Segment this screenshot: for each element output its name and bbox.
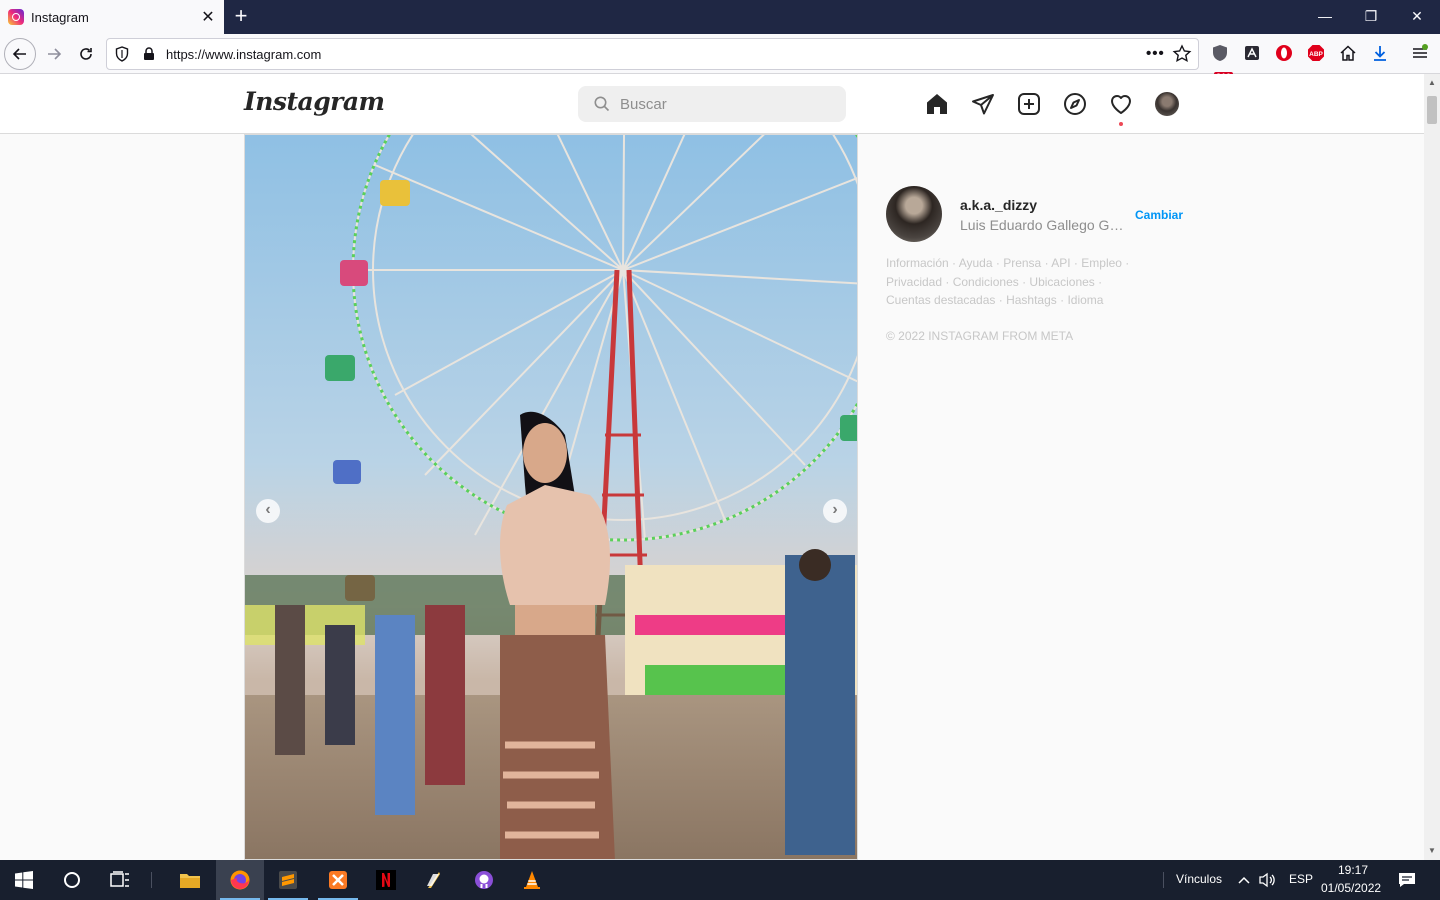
cortana-button[interactable]	[48, 860, 96, 900]
home-icon[interactable]	[925, 92, 949, 116]
footer-link-terms[interactable]: Condiciones	[953, 275, 1019, 289]
footer-link-hashtags[interactable]: Hashtags	[1006, 293, 1057, 307]
netflix-icon	[376, 870, 396, 890]
volume-icon[interactable]	[1259, 872, 1277, 888]
github-icon	[475, 871, 493, 889]
copyright: © 2022 INSTAGRAM FROM META	[886, 329, 1074, 343]
instagram-logo[interactable]: Instagram	[244, 87, 385, 116]
scroll-up-arrow-icon[interactable]: ▲	[1428, 78, 1436, 87]
direct-message-icon[interactable]	[971, 92, 995, 116]
activity-heart-icon[interactable]	[1109, 92, 1133, 116]
app-menu-icon[interactable]	[1411, 44, 1429, 62]
xampp-icon	[329, 871, 347, 889]
back-button[interactable]	[4, 38, 36, 70]
start-button[interactable]	[0, 860, 48, 900]
search-box[interactable]	[578, 86, 846, 122]
task-view-icon	[110, 871, 129, 887]
input-language[interactable]: ESP	[1289, 872, 1313, 886]
page-actions-menu-icon[interactable]: •••	[1146, 45, 1165, 62]
github-desktop-button[interactable]	[460, 860, 508, 900]
search-input[interactable]	[620, 86, 830, 122]
username[interactable]: a.k.a._dizzy	[960, 197, 1037, 213]
task-view-button[interactable]	[96, 860, 144, 900]
tab-title: Instagram	[31, 9, 89, 25]
windows-taskbar: Vínculos ESP 19:17 01/05/2022	[0, 860, 1440, 900]
folder-icon	[180, 874, 200, 888]
forward-button[interactable]	[38, 38, 70, 70]
footer-link-language[interactable]: Idioma	[1067, 293, 1103, 307]
lock-icon[interactable]	[143, 47, 155, 61]
explore-icon[interactable]	[1063, 92, 1087, 116]
taskbar-separator	[1163, 872, 1164, 888]
sublime-text-icon	[279, 871, 297, 889]
lightning-app-icon	[427, 872, 440, 888]
close-window-button[interactable]: ✕	[1394, 0, 1440, 32]
action-center-icon[interactable]	[1398, 871, 1416, 889]
browser-tab-strip: Instagram ✕ + — ❐ ✕	[0, 0, 1440, 34]
firefox-button[interactable]	[216, 860, 264, 900]
chevron-up-icon[interactable]	[1238, 874, 1250, 886]
user-full-name: Luis Eduardo Gallego Gar...	[960, 217, 1128, 233]
vlc-cone-icon	[524, 871, 540, 889]
translate-extension-icon[interactable]	[1243, 44, 1261, 62]
ublock-extension-icon[interactable]	[1211, 44, 1229, 62]
instagram-header: Instagram	[0, 74, 1424, 134]
new-tab-button[interactable]: +	[228, 4, 254, 30]
adblock-plus-icon[interactable]: ABP	[1307, 44, 1325, 62]
file-explorer-button[interactable]	[166, 860, 214, 900]
post-photo[interactable]	[245, 135, 858, 860]
browser-tab-instagram[interactable]: Instagram ✕	[0, 0, 224, 34]
xampp-button[interactable]	[314, 860, 362, 900]
restore-button[interactable]: ❐	[1348, 0, 1394, 32]
address-bar[interactable]: https://www.instagram.com •••	[106, 38, 1199, 70]
tracking-shield-icon[interactable]	[115, 46, 129, 62]
vlc-button[interactable]	[508, 860, 556, 900]
links-toolbar[interactable]: Vínculos	[1176, 872, 1222, 886]
opera-extension-icon[interactable]	[1275, 44, 1293, 62]
browser-toolbar: https://www.instagram.com ••• 210 ABP	[0, 34, 1440, 83]
cortana-circle-icon	[64, 872, 80, 888]
firefox-icon	[230, 870, 250, 890]
forward-arrow-icon	[48, 48, 62, 60]
downloads-icon[interactable]	[1371, 44, 1389, 62]
carousel-prev-button[interactable]: ‹	[256, 499, 280, 523]
url-text[interactable]: https://www.instagram.com	[166, 47, 321, 62]
footer-link-jobs[interactable]: Empleo	[1081, 256, 1122, 270]
page-scrollbar[interactable]: ▲ ▼	[1424, 74, 1440, 860]
footer-link-locations[interactable]: Ubicaciones	[1029, 275, 1094, 289]
new-post-icon[interactable]	[1017, 92, 1041, 116]
reload-button[interactable]	[70, 38, 102, 70]
profile-avatar[interactable]	[1155, 92, 1179, 116]
footer-link-top-accounts[interactable]: Cuentas destacadas	[886, 293, 995, 307]
clock-date[interactable]: 01/05/2022	[1321, 881, 1381, 895]
footer-link-info[interactable]: Información	[886, 256, 949, 270]
back-arrow-icon	[12, 48, 26, 60]
clock-time[interactable]: 19:17	[1338, 863, 1368, 877]
footer-link-help[interactable]: Ayuda	[959, 256, 993, 270]
switch-account-button[interactable]: Cambiar	[1135, 208, 1183, 222]
feed-post: ‹ ›	[244, 134, 858, 860]
search-icon	[594, 96, 610, 112]
reload-icon	[80, 48, 92, 60]
minimize-button[interactable]: —	[1302, 0, 1348, 32]
instagram-favicon-icon	[8, 9, 24, 25]
notification-dot	[1119, 122, 1123, 126]
netflix-button[interactable]	[362, 860, 410, 900]
taskbar-separator	[151, 872, 152, 888]
footer-link-press[interactable]: Prensa	[1003, 256, 1041, 270]
footer-link-api[interactable]: API	[1051, 256, 1070, 270]
sublime-text-button[interactable]	[264, 860, 312, 900]
footer-link-privacy[interactable]: Privacidad	[886, 275, 942, 289]
home-button-icon[interactable]	[1339, 44, 1357, 62]
bookmark-star-icon[interactable]	[1172, 44, 1192, 64]
scroll-down-arrow-icon[interactable]: ▼	[1428, 846, 1436, 855]
footer-links: Información · Ayuda · Prensa · API · Emp…	[886, 256, 1130, 307]
carousel-next-button[interactable]: ›	[823, 499, 847, 523]
svg-text:ABP: ABP	[1309, 51, 1323, 58]
tab-close-icon[interactable]: ✕	[200, 7, 216, 27]
user-avatar[interactable]	[886, 186, 942, 242]
scroll-thumb[interactable]	[1427, 96, 1437, 124]
power-app-button[interactable]	[410, 860, 458, 900]
windows-logo-icon	[15, 871, 33, 889]
